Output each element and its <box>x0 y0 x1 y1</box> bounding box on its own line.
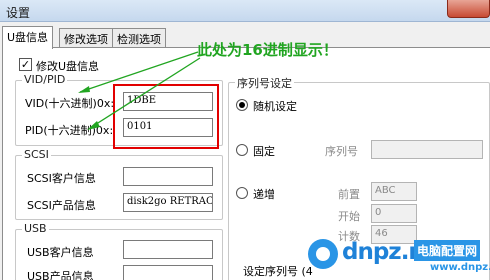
window-title: 设置 <box>6 6 31 20</box>
serial-fixed-label: 固定 <box>253 145 275 158</box>
scsi-vendor-label: SCSI客户信息 <box>27 172 96 185</box>
modify-usb-info-checkbox[interactable]: ✓ <box>19 58 32 71</box>
serial-number-input[interactable] <box>371 140 483 159</box>
tab-detect-options[interactable]: 检测选项 <box>112 28 166 48</box>
vid-pid-group-title: VID/PID <box>22 73 68 86</box>
usb-vendor-input[interactable] <box>123 240 213 259</box>
watermark-cn: 电脑配置网 <box>414 240 481 261</box>
window-close-button[interactable] <box>447 0 490 18</box>
scsi-product-input[interactable]: disk2go RETRACT <box>123 193 213 212</box>
hex-annotation: 此处为16进制显示！ <box>197 41 338 59</box>
modify-usb-info-label: 修改U盘信息 <box>36 60 100 73</box>
serial-prefix-input[interactable]: ABC <box>371 182 417 201</box>
serial-increment-label: 递增 <box>253 188 275 201</box>
scsi-product-label: SCSI产品信息 <box>27 199 96 212</box>
serial-fixed-radio[interactable] <box>236 144 248 156</box>
serial-group-title: 序列号设定 <box>235 75 294 91</box>
site-watermark: dnpz.net 电脑配置网 www.dnpz.net <box>300 234 490 280</box>
vid-label: VID(十六进制)0x: <box>25 97 115 110</box>
serial-number-label: 序列号 <box>325 145 358 158</box>
watermark-url: www.dnpz.net <box>430 262 490 273</box>
title-bar: 设置 <box>0 0 490 22</box>
serial-start-input[interactable]: 0 <box>371 204 417 223</box>
watermark-logo-icon <box>308 239 338 269</box>
serial-prefix-label: 前置 <box>338 188 360 201</box>
serial-increment-radio[interactable] <box>236 187 248 199</box>
serial-start-label: 开始 <box>338 210 360 223</box>
scsi-vendor-input[interactable] <box>123 167 213 186</box>
usb-vendor-label: USB客户信息 <box>27 246 94 259</box>
scsi-group-title: SCSI <box>22 148 51 161</box>
serial-random-radio[interactable] <box>236 99 248 111</box>
pid-label: PID(十六进制)0x: <box>25 124 114 137</box>
usb-group-title: USB <box>22 222 49 235</box>
usb-product-label: USB产品信息 <box>27 270 94 280</box>
highlight-box <box>113 84 219 149</box>
serial-random-label: 随机设定 <box>253 100 297 113</box>
usb-product-input[interactable] <box>123 265 213 280</box>
tab-usb-info[interactable]: U盘信息 <box>2 26 54 49</box>
tab-modify-options[interactable]: 修改选项 <box>59 28 113 48</box>
